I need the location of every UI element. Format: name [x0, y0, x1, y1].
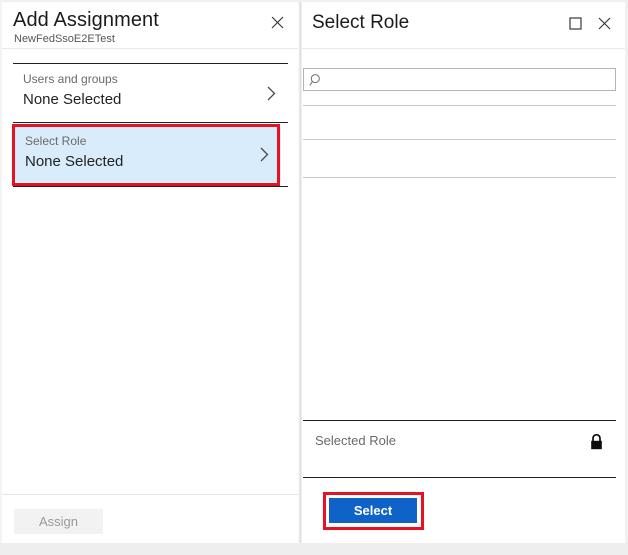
search-input[interactable]	[328, 69, 615, 92]
maximize-icon[interactable]	[564, 12, 586, 34]
add-assignment-blade: Add Assignment NewFedSsoE2ETest Users an…	[2, 2, 298, 543]
assign-button[interactable]: Assign	[14, 509, 103, 534]
sidebar-item-users-and-groups[interactable]: Users and groups None Selected	[13, 65, 288, 121]
search-box[interactable]	[303, 68, 616, 91]
select-role-header: Select Role	[302, 2, 625, 49]
select-role-title: Select Role	[312, 11, 409, 35]
list-item[interactable]	[303, 106, 616, 140]
picker-value: None Selected	[23, 90, 121, 109]
close-icon[interactable]	[593, 12, 615, 34]
select-button[interactable]: Select	[329, 498, 417, 523]
page-title: Add Assignment	[13, 8, 159, 32]
role-list	[303, 98, 616, 420]
picker-label: Users and groups	[23, 72, 118, 87]
section-rule-middle	[13, 122, 288, 123]
window-chrome-bottom	[0, 543, 628, 555]
add-assignment-footer: Assign	[2, 494, 298, 543]
chevron-right-icon	[264, 83, 278, 103]
chevron-right-icon	[257, 145, 271, 165]
search-icon	[309, 73, 323, 87]
close-icon[interactable]	[266, 11, 288, 33]
select-role-blade: Select Role	[302, 2, 625, 543]
section-rule-top	[13, 63, 288, 64]
list-item[interactable]	[303, 98, 616, 106]
page-subtitle: NewFedSsoE2ETest	[14, 33, 115, 46]
lock-icon	[589, 433, 604, 451]
sidebar-item-select-role[interactable]: Select Role None Selected	[15, 127, 281, 182]
picker-value: None Selected	[25, 152, 123, 171]
selected-role-label: Selected Role	[315, 433, 396, 449]
app-window: Add Assignment NewFedSsoE2ETest Users an…	[0, 0, 628, 555]
list-item[interactable]	[303, 140, 616, 178]
list-item[interactable]	[303, 178, 616, 420]
add-assignment-header: Add Assignment NewFedSsoE2ETest	[2, 2, 298, 49]
selected-role-section: Selected Role	[303, 420, 616, 478]
section-rule-bottom	[13, 186, 288, 187]
picker-label: Select Role	[25, 134, 86, 149]
